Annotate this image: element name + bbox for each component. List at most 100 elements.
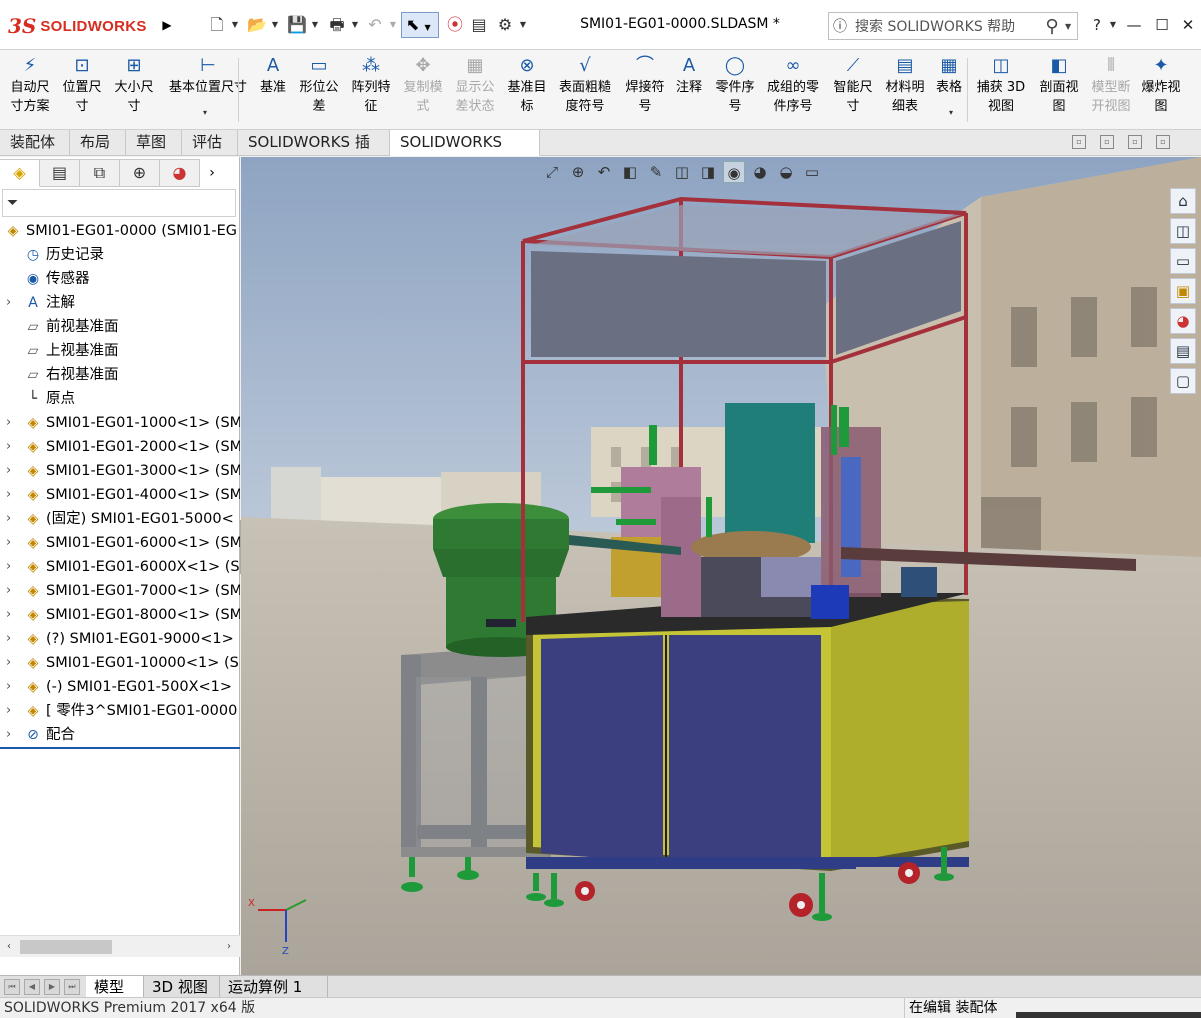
tree-item[interactable]: › ◈ SMI01-EG01-2000<1> (SM [0, 435, 240, 459]
tab-3[interactable]: 评估 [182, 130, 238, 156]
tree-item[interactable]: › A 注解 [0, 291, 240, 315]
tab-2[interactable]: 草图 [126, 130, 182, 156]
previous-view-icon[interactable]: ↶ [593, 161, 615, 183]
tree-item[interactable]: ▱ 前视基准面 [0, 315, 240, 339]
restore-viewport-icon[interactable]: ▫ [1072, 135, 1086, 149]
tree-item[interactable]: ▱ 右视基准面 [0, 363, 240, 387]
command-size-dimension-button[interactable]: ⊞ 大小尺 寸 [110, 54, 158, 126]
next-tab-icon[interactable]: ▶ [44, 979, 60, 995]
open-document-icon[interactable]: 📂 [246, 14, 268, 36]
command-stacked-balloon-button[interactable]: ∞ 成组的零 件序号 [762, 54, 824, 126]
command-capture-3d-view-button[interactable]: ◫ 捕获 3D 视图 [972, 54, 1030, 126]
command-balloon-button[interactable]: ◯ 零件序 号 [710, 54, 760, 126]
command-note-button[interactable]: A 注释 [672, 54, 706, 126]
tree-item[interactable]: › ◈ (-) SMI01-EG01-500X<1> [0, 675, 240, 699]
view-orientation-icon[interactable]: ◫ [671, 161, 693, 183]
command-auto-dimension-button[interactable]: ⚡ 自动尺 寸方案 [6, 54, 54, 126]
command-show-tolerance-status-button[interactable]: ▦ 显示公 差状态 [450, 54, 500, 126]
scroll-thumb[interactable] [20, 940, 112, 954]
prev-tab-icon[interactable]: ◀ [24, 979, 40, 995]
scroll-right-icon[interactable]: › [222, 938, 236, 956]
dynamic-annotation-icon[interactable]: ✎ [645, 161, 667, 183]
command-surface-finish-button[interactable]: √ 表面粗糙 度符号 [554, 54, 616, 126]
expand-chevron-icon[interactable]: › [6, 435, 16, 459]
hide-show-items-icon[interactable]: ◉ [723, 161, 745, 183]
select-tool-button[interactable]: ⬉ ▼ [401, 12, 439, 38]
tree-item[interactable]: › ◈ SMI01-EG01-6000<1> (SM [0, 531, 240, 555]
property-manager-tab-icon[interactable]: ▤ [40, 159, 80, 187]
edit-appearance-icon[interactable]: ◕ [749, 161, 771, 183]
solidworks-resources-icon[interactable]: ⌂ [1170, 188, 1196, 214]
expand-chevron-icon[interactable]: › [6, 603, 16, 627]
file-properties-icon[interactable]: ▤ [468, 14, 490, 36]
save-icon[interactable]: 💾 [286, 14, 308, 36]
tab-5[interactable]: SOLIDWORKS MBD [390, 130, 540, 176]
tree-item[interactable]: › ◈ (固定) SMI01-EG01-5000< [0, 507, 240, 531]
help-button[interactable]: ? [1085, 14, 1109, 36]
first-tab-icon[interactable]: ⏮ [4, 979, 20, 995]
expand-chevron-icon[interactable]: › [6, 531, 16, 555]
solidworks-logo[interactable]: 3S SOLIDWORKS [8, 8, 156, 44]
forum-icon[interactable]: ▢ [1170, 368, 1196, 394]
file-explorer-icon[interactable]: ▭ [1170, 248, 1196, 274]
rebuild-traffic-light-icon[interactable]: ⦿ [444, 14, 466, 36]
command-dropdown-icon[interactable]: ▾ [200, 102, 210, 124]
custom-properties-icon[interactable]: ▤ [1170, 338, 1196, 364]
section-view-icon[interactable]: ◧ [619, 161, 641, 183]
main-cabinet[interactable] [526, 593, 969, 871]
minimize-button[interactable]: — [1122, 14, 1146, 36]
tree-item[interactable]: ◉ 传感器 [0, 267, 240, 291]
bottom-tab-0[interactable]: 模型 [86, 976, 144, 998]
tree-item[interactable]: ◷ 历史记录 [0, 243, 240, 267]
zoom-to-fit-icon[interactable]: ⤢ [541, 161, 563, 183]
tree-item[interactable]: › ◈ SMI01-EG01-1000<1> (SM [0, 411, 240, 435]
last-tab-icon[interactable]: ⏭ [64, 979, 80, 995]
3d-model-scene[interactable] [241, 157, 1201, 975]
dimxpert-manager-tab-icon[interactable]: ⊕ [120, 159, 160, 187]
command-datum-target-button[interactable]: ⊗ 基准目 标 [502, 54, 552, 126]
expand-chevron-icon[interactable]: › [6, 291, 16, 315]
search-dropdown-icon[interactable]: ▼ [1065, 22, 1077, 31]
tree-item[interactable]: › ◈ SMI01-EG01-4000<1> (SM [0, 483, 240, 507]
tree-item[interactable]: › ◈ SMI01-EG01-3000<1> (SM [0, 459, 240, 483]
tab-1[interactable]: 布局 [70, 130, 126, 156]
tree-item[interactable]: › ◈ SMI01-EG01-10000<1> (S [0, 651, 240, 675]
close-button[interactable]: ✕ [1176, 14, 1200, 36]
help-search-input[interactable]: ⓘ 搜索 SOLIDWORKS 帮助 ⚲ ▼ [828, 12, 1078, 40]
expand-chevron-icon[interactable]: › [6, 675, 16, 699]
command-bom-button[interactable]: ▤ 材料明 细表 [880, 54, 930, 126]
tree-item[interactable]: └ 原点 [0, 387, 240, 411]
viewport-grid-icon[interactable]: ▫ [1128, 135, 1142, 149]
command-dropdown-icon[interactable]: ▾ [946, 102, 956, 124]
tree-item[interactable]: › ⊘ 配合 [0, 723, 240, 747]
tree-item[interactable]: › ◈ SMI01-EG01-7000<1> (SM [0, 579, 240, 603]
search-icon[interactable]: ⚲ [1039, 16, 1065, 37]
command-location-dimension-button[interactable]: ⊡ 位置尺 寸 [58, 54, 106, 126]
print-dropdown-icon[interactable]: ▼ [350, 14, 360, 36]
options-dropdown-icon[interactable]: ▼ [518, 14, 528, 36]
tab-4[interactable]: SOLIDWORKS 插件 [238, 130, 390, 176]
tree-filter-input[interactable]: ⏷ [2, 189, 236, 217]
command-datum-button[interactable]: A 基准 [256, 54, 290, 126]
maximize-button[interactable]: ☐ [1150, 14, 1174, 36]
apply-scene-icon[interactable]: ◒ [775, 161, 797, 183]
tree-item[interactable]: › ◈ (?) SMI01-EG01-9000<1> [0, 627, 240, 651]
tile-viewport-icon[interactable]: ▫ [1100, 135, 1114, 149]
scroll-left-icon[interactable]: ‹ [2, 938, 16, 956]
bottom-tab-1[interactable]: 3D 视图 [144, 976, 220, 998]
feature-manager-tree-tab-icon[interactable]: ◈ [0, 159, 40, 187]
graphics-area[interactable]: ⤢ ⊕ ↶ ◧ ✎ ◫ ◨ ◉ ◕ ◒ ▭ X Z [241, 157, 1201, 975]
design-library-icon[interactable]: ◫ [1170, 218, 1196, 244]
tree-horizontal-scrollbar[interactable]: ‹ › [0, 935, 240, 957]
expand-chevron-icon[interactable]: › [6, 483, 16, 507]
expand-chevron-icon[interactable]: › [6, 651, 16, 675]
expand-chevron-icon[interactable]: › [6, 723, 16, 747]
view-palette-icon[interactable]: ▣ [1170, 278, 1196, 304]
appearances-scenes-icon[interactable]: ◕ [1170, 308, 1196, 334]
display-manager-tab-icon[interactable]: ◕ [160, 159, 200, 187]
new-document-icon[interactable]: 🗋 [206, 14, 228, 36]
tab-0[interactable]: 装配体 [0, 130, 70, 156]
options-gear-icon[interactable]: ⚙ [494, 14, 516, 36]
tree-item[interactable]: ◈ SMI01-EG01-0000 (SMI01-EG [0, 219, 240, 243]
expand-chevron-icon[interactable]: › [6, 579, 16, 603]
